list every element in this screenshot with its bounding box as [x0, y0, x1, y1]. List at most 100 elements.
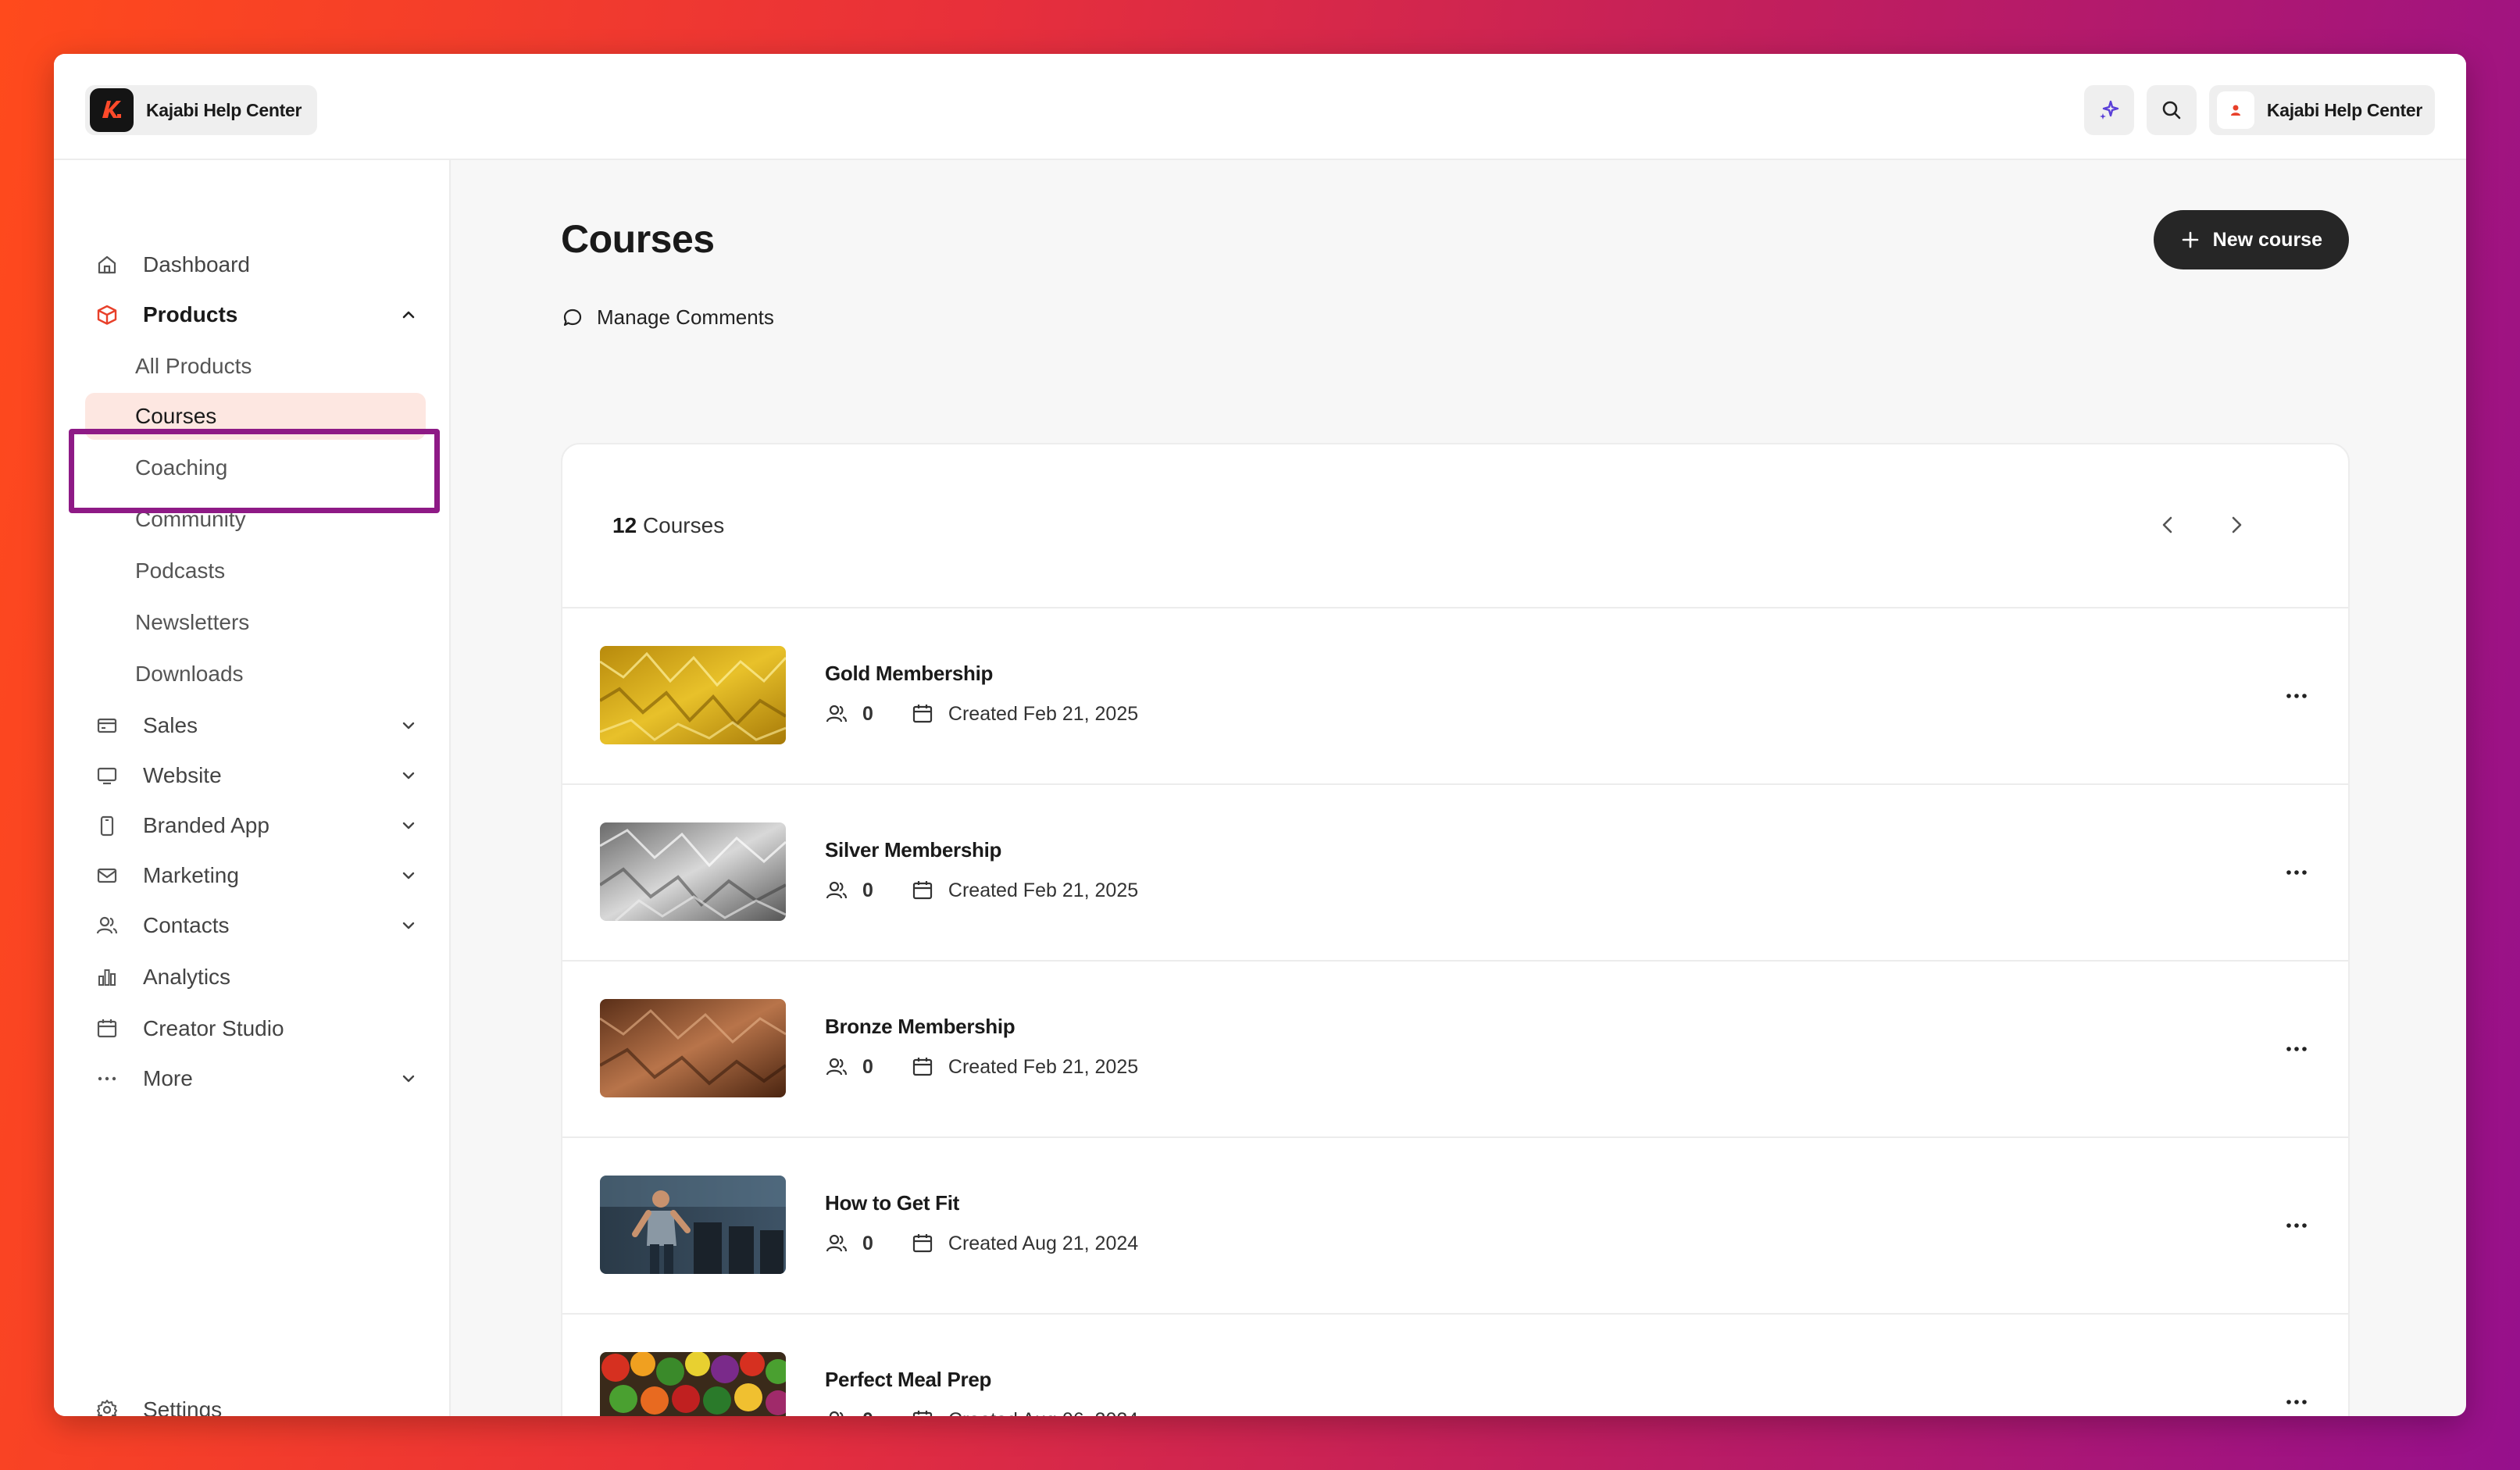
courses-list-card: 12 Courses Gold Membership 0 Created Feb…	[561, 443, 2350, 1416]
box-icon	[95, 302, 120, 327]
plus-icon	[2182, 231, 2198, 248]
phone-icon	[95, 813, 120, 838]
course-title[interactable]: Silver Membership	[825, 838, 1001, 862]
created-date: Created Feb 21, 2025	[948, 879, 1139, 901]
chevron-right-icon	[2232, 516, 2242, 533]
chevron-up-icon[interactable]	[398, 304, 419, 326]
sidebar-item-creator-studio[interactable]: Creator Studio	[95, 1007, 430, 1051]
table-row[interactable]: Gold Membership 0 Created Feb 21, 2025	[562, 608, 2348, 785]
courses-highlight-annotation	[69, 429, 440, 513]
course-thumbnail-fitness	[600, 1176, 786, 1274]
row-actions-button[interactable]	[2279, 857, 2314, 888]
table-row[interactable]: Silver Membership 0 Created Feb 21, 2025	[562, 785, 2348, 962]
sidebar-item-branded-app[interactable]: Branded App	[95, 804, 430, 847]
sidebar-item-dashboard[interactable]: Dashboard	[95, 243, 430, 287]
sidebar-item-more[interactable]: More	[95, 1057, 430, 1101]
course-title[interactable]: Gold Membership	[825, 662, 993, 686]
members-icon	[825, 879, 848, 902]
row-actions-button[interactable]	[2279, 1210, 2314, 1241]
created-date: Created Feb 21, 2025	[948, 702, 1139, 725]
sidebar-subitem-newsletters[interactable]: Newsletters	[85, 599, 421, 646]
account-menu-button[interactable]: Kajabi Help Center	[2208, 85, 2435, 135]
sidebar-subitem-all-products[interactable]: All Products	[85, 343, 421, 390]
chevron-down-icon[interactable]	[398, 765, 419, 787]
more-horizontal-icon	[2286, 1400, 2307, 1404]
pagination	[2150, 507, 2254, 543]
members-icon	[825, 1055, 848, 1079]
main-content: Courses New course Manage Comments 12 Co…	[451, 160, 2466, 1416]
avatar	[2216, 91, 2254, 129]
chevron-down-icon[interactable]	[398, 1068, 419, 1090]
table-row[interactable]: How to Get Fit 0 Created Aug 21, 2024	[562, 1138, 2348, 1315]
app-window: Kajabi Help Center Kajabi Help Center Da…	[54, 54, 2466, 1416]
sidebar-item-analytics[interactable]: Analytics	[95, 955, 430, 999]
sidebar-subitem-podcasts[interactable]: Podcasts	[85, 548, 421, 594]
more-horizontal-icon	[2286, 1223, 2307, 1228]
previous-page-button[interactable]	[2150, 507, 2186, 543]
chevron-left-icon	[2162, 516, 2172, 533]
course-thumbnail-bronze	[600, 999, 786, 1097]
calendar-icon	[95, 1016, 120, 1041]
top-bar: Kajabi Help Center Kajabi Help Center	[54, 54, 2466, 160]
chevron-down-icon[interactable]	[398, 865, 419, 887]
kajabi-logo-icon	[90, 88, 134, 132]
next-page-button[interactable]	[2218, 507, 2254, 543]
users-icon	[95, 913, 120, 938]
ai-assistant-button[interactable]	[2083, 85, 2134, 135]
sidebar-item-label: More	[143, 1066, 193, 1090]
course-title[interactable]: Bronze Membership	[825, 1015, 1015, 1039]
sidebar-item-settings[interactable]: Settings	[95, 1388, 222, 1416]
manage-comments-link[interactable]: Manage Comments	[561, 305, 774, 330]
sidebar-item-label: Dashboard	[143, 252, 250, 277]
row-actions-button[interactable]	[2279, 1033, 2314, 1065]
members-icon	[825, 702, 848, 726]
search-icon	[2162, 101, 2181, 120]
created-date: Created Aug 06, 2024	[948, 1409, 1138, 1417]
sidebar-item-website[interactable]: Website	[95, 754, 430, 797]
sidebar-item-sales[interactable]: Sales	[95, 704, 430, 747]
site-switcher[interactable]: Kajabi Help Center	[85, 85, 318, 135]
sidebar-item-products[interactable]: Products	[95, 293, 430, 337]
sidebar-item-contacts[interactable]: Contacts	[95, 904, 430, 947]
sidebar-item-label: Contacts	[143, 913, 230, 937]
created-date: Created Feb 21, 2025	[948, 1055, 1139, 1078]
dots-icon	[95, 1066, 120, 1091]
site-name: Kajabi Help Center	[146, 99, 302, 120]
monitor-icon	[95, 763, 120, 788]
table-row[interactable]: Perfect Meal Prep 0 Created Aug 06, 2024	[562, 1315, 2348, 1416]
calendar-icon	[911, 879, 934, 902]
chevron-down-icon[interactable]	[398, 915, 419, 937]
members-count: 0	[862, 879, 873, 901]
course-thumbnail-gold	[600, 646, 786, 744]
calendar-icon	[911, 1055, 934, 1079]
chevron-down-icon[interactable]	[398, 715, 419, 737]
calendar-icon	[911, 1408, 934, 1416]
sidebar-item-label: Website	[143, 763, 222, 787]
course-title[interactable]: How to Get Fit	[825, 1191, 959, 1215]
table-row[interactable]: Bronze Membership 0 Created Feb 21, 2025	[562, 962, 2348, 1138]
user-icon	[2230, 105, 2240, 116]
row-actions-button[interactable]	[2279, 680, 2314, 712]
course-title[interactable]: Perfect Meal Prep	[825, 1368, 991, 1392]
row-actions-button[interactable]	[2279, 1386, 2314, 1416]
members-count: 0	[862, 1232, 873, 1254]
members-count: 0	[862, 1409, 873, 1417]
members-icon	[825, 1232, 848, 1255]
chevron-down-icon[interactable]	[398, 815, 419, 837]
new-course-button[interactable]: New course	[2153, 210, 2349, 269]
course-thumbnail-vegetables	[600, 1352, 786, 1416]
courses-count: 12 Courses	[612, 513, 725, 537]
sidebar-item-label: Creator Studio	[143, 1016, 284, 1040]
more-horizontal-icon	[2286, 870, 2307, 875]
page-title: Courses	[561, 217, 715, 261]
sidebar-item-label: Branded App	[143, 813, 269, 837]
search-button[interactable]	[2146, 85, 2197, 135]
more-horizontal-icon	[2286, 1047, 2307, 1051]
settings-label: Settings	[143, 1397, 223, 1416]
created-date: Created Aug 21, 2024	[948, 1232, 1139, 1254]
sidebar-subitem-downloads[interactable]: Downloads	[85, 651, 421, 698]
course-thumbnail-silver	[600, 822, 786, 921]
calendar-icon	[911, 1232, 934, 1255]
sidebar-item-label: Analytics	[143, 965, 231, 989]
sidebar-item-marketing[interactable]: Marketing	[95, 854, 430, 897]
